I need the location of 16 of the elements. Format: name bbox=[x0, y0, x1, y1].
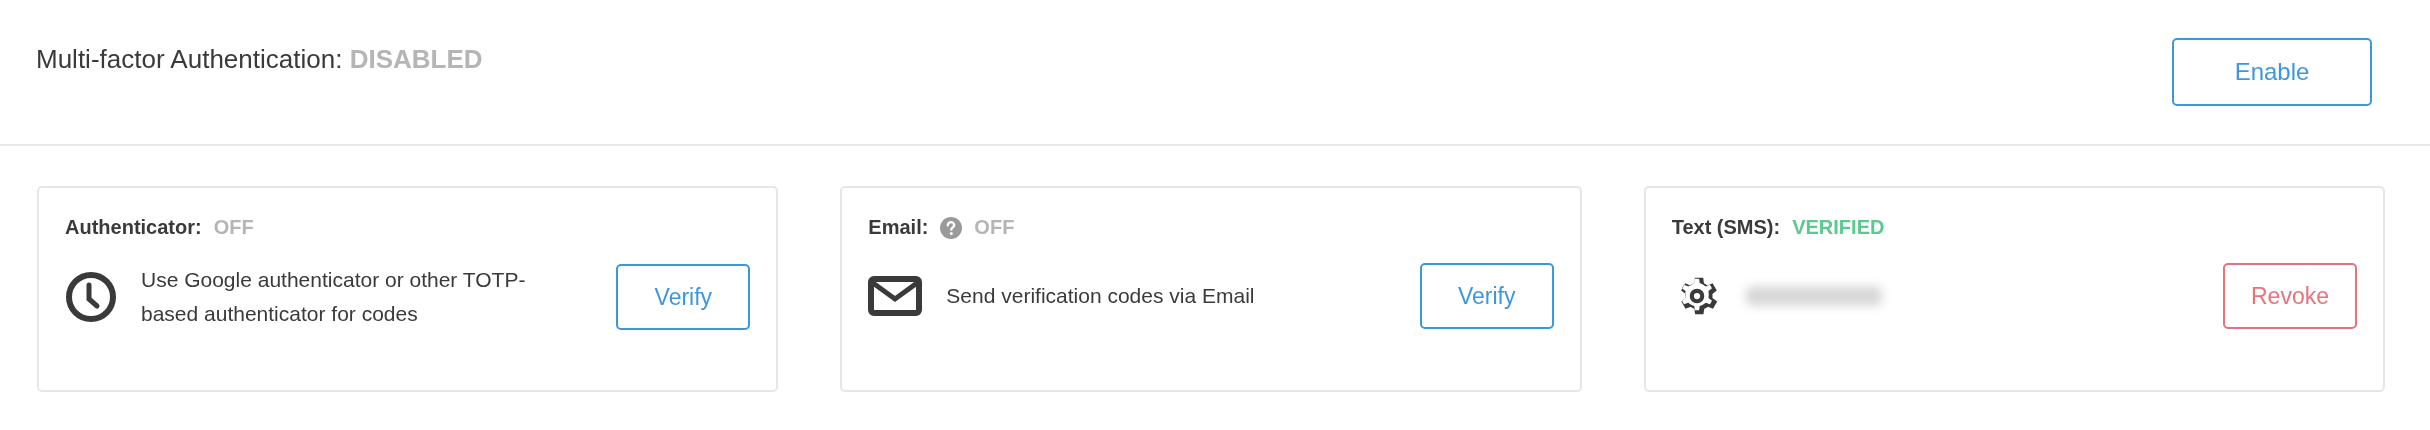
method-label: Authenticator: bbox=[65, 216, 202, 239]
envelope-icon bbox=[868, 276, 923, 316]
method-label: Email: bbox=[868, 216, 929, 239]
mfa-status-title: Multi-factor Authentication: DISABLED bbox=[36, 44, 483, 75]
method-description: Use Google authenticator or other TOTP-based authenticator for codes bbox=[141, 267, 527, 327]
method-status: VERIFIED bbox=[1792, 216, 1885, 239]
enable-button[interactable]: Enable bbox=[2172, 38, 2372, 106]
revoke-button[interactable]: Revoke bbox=[2223, 263, 2357, 329]
method-description: Send verification codes via Email bbox=[946, 283, 1256, 309]
help-icon[interactable] bbox=[940, 216, 963, 239]
verify-button[interactable]: Verify bbox=[1419, 263, 1554, 329]
method-status: OFF bbox=[974, 216, 1015, 239]
method-status: OFF bbox=[213, 216, 254, 239]
method-label: Text (SMS): bbox=[1671, 216, 1781, 239]
verify-button[interactable]: Verify bbox=[616, 264, 751, 330]
clock-icon bbox=[65, 271, 117, 323]
